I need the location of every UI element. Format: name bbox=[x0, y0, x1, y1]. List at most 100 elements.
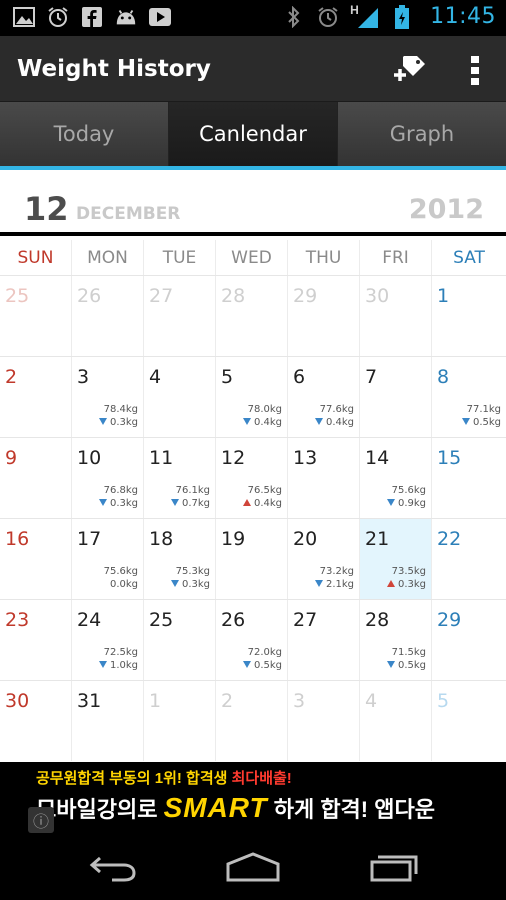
back-icon[interactable] bbox=[88, 852, 138, 882]
day-number: 7 bbox=[365, 366, 378, 388]
calendar-day-cell[interactable]: 1 bbox=[432, 276, 506, 356]
calendar-day-cell[interactable]: 30 bbox=[360, 276, 432, 356]
weight-value: 75.3kg bbox=[175, 566, 210, 577]
network-type-label: H bbox=[350, 2, 359, 17]
calendar-week-row: 30 31 1 2 3 4 5 bbox=[0, 680, 506, 761]
day-number: 25 bbox=[5, 285, 30, 307]
weekday-label: SUN bbox=[0, 240, 72, 275]
overflow-menu-icon[interactable] bbox=[465, 54, 485, 86]
weight-value: 73.5kg bbox=[391, 566, 426, 577]
weekday-header: SUN MON TUE WED THU FRI SAT bbox=[0, 240, 506, 275]
calendar-day-cell[interactable]: 28 bbox=[216, 276, 288, 356]
recent-apps-icon[interactable] bbox=[370, 852, 420, 882]
day-number: 18 bbox=[149, 528, 174, 550]
facebook-icon bbox=[80, 5, 104, 29]
bluetooth-icon bbox=[282, 5, 306, 29]
calendar-day-cell[interactable]: 28 71.5kg 0.5kg bbox=[360, 600, 432, 680]
calendar-day-cell[interactable]: 15 bbox=[432, 438, 506, 518]
action-bar: Weight History bbox=[0, 36, 506, 102]
calendar-day-cell[interactable]: 3 bbox=[288, 681, 360, 761]
calendar-day-cell[interactable]: 27 bbox=[288, 600, 360, 680]
calendar-day-cell[interactable]: 13 bbox=[288, 438, 360, 518]
calendar-day-cell[interactable]: 18 75.3kg 0.3kg bbox=[144, 519, 216, 599]
calendar-day-cell[interactable]: 16 bbox=[0, 519, 72, 599]
weight-change-value: 2.1kg bbox=[325, 579, 354, 590]
calendar-day-cell[interactable]: 25 bbox=[144, 600, 216, 680]
calendar-day-cell[interactable]: 31 bbox=[72, 681, 144, 761]
alarm-icon bbox=[46, 5, 70, 29]
tab-calendar[interactable]: Canlendar bbox=[169, 102, 338, 166]
day-number: 28 bbox=[365, 609, 390, 631]
day-number: 24 bbox=[77, 609, 102, 631]
weight-change-value: 0.4kg bbox=[325, 417, 354, 428]
tab-today[interactable]: Today bbox=[0, 102, 169, 166]
calendar-week-row: 9 10 76.8kg 0.3kg 11 76.1kg 0.7kg 12 76.5kg 0.4kg… bbox=[0, 437, 506, 518]
signal-icon: H bbox=[350, 2, 380, 29]
calendar-day-cell[interactable]: 11 76.1kg 0.7kg bbox=[144, 438, 216, 518]
day-number: 23 bbox=[5, 609, 30, 631]
info-icon[interactable]: ⓘ bbox=[28, 807, 54, 833]
weight-change-value: 1.0kg bbox=[109, 660, 138, 671]
weight-value: 76.8kg bbox=[103, 485, 138, 496]
calendar-day-cell[interactable]: 3 78.4kg 0.3kg bbox=[72, 357, 144, 437]
status-time: 11:45 bbox=[430, 4, 496, 29]
weekday-label: THU bbox=[288, 240, 360, 275]
calendar-day-cell[interactable]: 23 bbox=[0, 600, 72, 680]
android-icon bbox=[114, 5, 138, 29]
calendar-day-cell[interactable]: 2 bbox=[216, 681, 288, 761]
weight-value: 76.5kg bbox=[247, 485, 282, 496]
calendar-day-cell[interactable]: 9 bbox=[0, 438, 72, 518]
calendar-day-cell[interactable]: 20 73.2kg 2.1kg bbox=[288, 519, 360, 599]
weight-change: 0.4kg bbox=[242, 417, 282, 428]
arrow-down-icon bbox=[386, 661, 395, 668]
notification-icons bbox=[12, 5, 172, 29]
calendar-view: 12 DECEMBER 2012 SUN MON TUE WED THU FRI… bbox=[0, 170, 506, 762]
status-bar: H 11:45 bbox=[0, 0, 506, 36]
calendar-day-cell[interactable]: 25 bbox=[0, 276, 72, 356]
ad-banner[interactable]: 공무원합격 부동의 1위! 합격생 최다배출! 모바일강의로 SMART 하게 … bbox=[0, 762, 506, 834]
calendar-day-cell[interactable]: 1 bbox=[144, 681, 216, 761]
calendar-day-cell[interactable]: 19 bbox=[216, 519, 288, 599]
youtube-icon bbox=[148, 5, 172, 29]
ad-brand: SMART bbox=[163, 792, 268, 823]
calendar-day-cell[interactable]: 24 72.5kg 1.0kg bbox=[72, 600, 144, 680]
calendar-day-cell[interactable]: 29 bbox=[432, 600, 506, 680]
ad-tagline: 모바일강의로 SMART 하게 합격! 앱다운 bbox=[36, 792, 435, 824]
weight-change: 0.5kg bbox=[461, 417, 501, 428]
year-label: 2012 bbox=[408, 194, 484, 225]
calendar-day-cell[interactable]: 30 bbox=[0, 681, 72, 761]
calendar-day-cell[interactable]: 22 bbox=[432, 519, 506, 599]
day-number: 1 bbox=[437, 285, 450, 307]
calendar-day-cell[interactable]: 27 bbox=[144, 276, 216, 356]
calendar-day-cell[interactable]: 4 bbox=[144, 357, 216, 437]
weight-change-value: 0.3kg bbox=[181, 579, 210, 590]
calendar-day-cell[interactable]: 2 bbox=[0, 357, 72, 437]
day-number: 8 bbox=[437, 366, 450, 388]
arrow-down-icon bbox=[461, 418, 470, 425]
calendar-day-cell[interactable]: 5 78.0kg 0.4kg bbox=[216, 357, 288, 437]
calendar-day-cell[interactable]: 6 77.6kg 0.4kg bbox=[288, 357, 360, 437]
calendar-day-cell-today[interactable]: 21 73.5kg 0.3kg bbox=[360, 519, 432, 599]
weight-change-value: 0.5kg bbox=[397, 660, 426, 671]
weight-change: 0.9kg bbox=[386, 498, 426, 509]
calendar-day-cell[interactable]: 10 76.8kg 0.3kg bbox=[72, 438, 144, 518]
calendar-day-cell[interactable]: 26 bbox=[72, 276, 144, 356]
weight-change: 0.3kg bbox=[98, 417, 138, 428]
calendar-day-cell[interactable]: 12 76.5kg 0.4kg bbox=[216, 438, 288, 518]
day-number: 1 bbox=[149, 690, 162, 712]
calendar-day-cell[interactable]: 8 77.1kg 0.5kg bbox=[432, 357, 506, 437]
calendar-day-cell[interactable]: 17 75.6kg 0.0kg bbox=[72, 519, 144, 599]
calendar-day-cell[interactable]: 26 72.0kg 0.5kg bbox=[216, 600, 288, 680]
calendar-day-cell[interactable]: 14 75.6kg 0.9kg bbox=[360, 438, 432, 518]
calendar-day-cell[interactable]: 4 bbox=[360, 681, 432, 761]
day-number: 12 bbox=[221, 447, 246, 469]
calendar-day-cell[interactable]: 5 bbox=[432, 681, 506, 761]
tab-graph[interactable]: Graph bbox=[338, 102, 506, 166]
add-tag-icon[interactable] bbox=[391, 53, 427, 85]
month-header: 12 DECEMBER 2012 bbox=[0, 170, 506, 236]
home-icon[interactable] bbox=[226, 852, 280, 882]
weight-change: 2.1kg bbox=[314, 579, 354, 590]
weight-change-value: 0.9kg bbox=[397, 498, 426, 509]
calendar-day-cell[interactable]: 7 bbox=[360, 357, 432, 437]
calendar-day-cell[interactable]: 29 bbox=[288, 276, 360, 356]
